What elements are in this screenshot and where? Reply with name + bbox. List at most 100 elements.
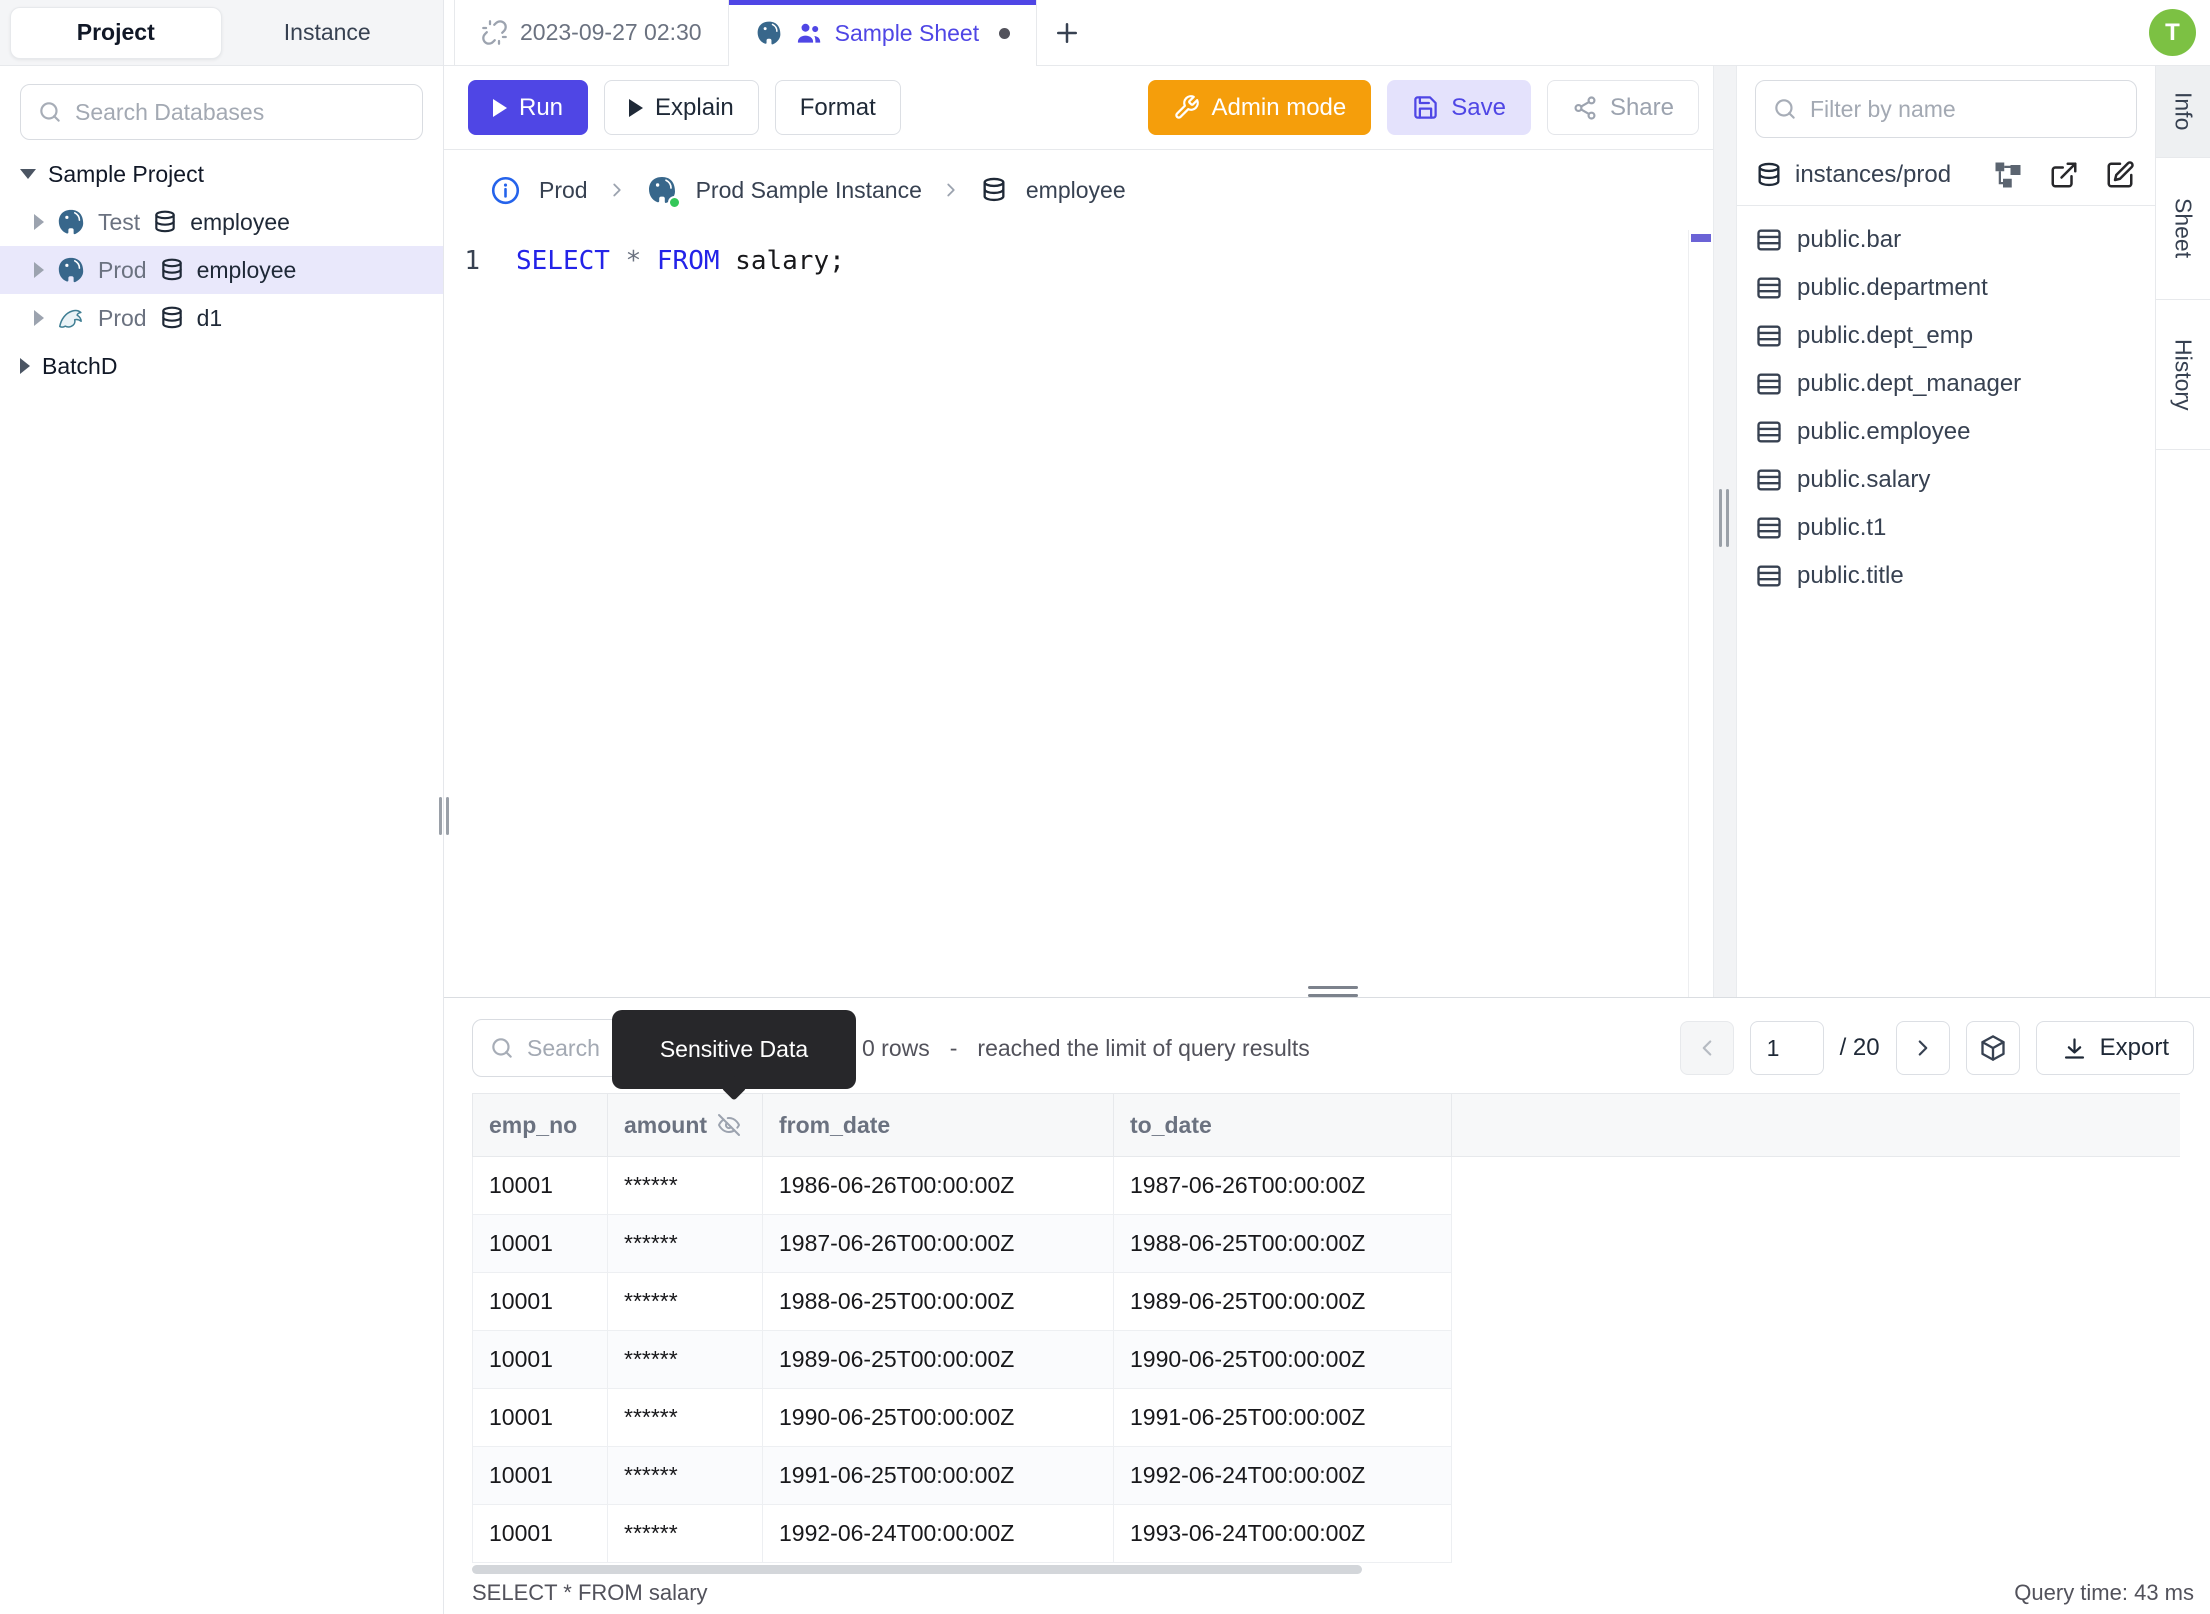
tab-sheet[interactable]: Sheet [2156, 158, 2210, 300]
caret-right-icon [34, 214, 44, 230]
caret-right-icon [20, 358, 30, 374]
table-icon [1757, 421, 1781, 443]
save-label: Save [1451, 93, 1506, 121]
tab-label: 2023-09-27 02:30 [520, 19, 702, 45]
table-icon [1757, 469, 1781, 491]
database-label: employee [196, 256, 297, 283]
breadcrumb: Prod Prod Sample Instance employee [444, 150, 1688, 230]
executed-query-text: SELECT * FROM salary [472, 1580, 708, 1605]
table-list-item[interactable]: public.bar [1737, 216, 2155, 264]
database-search[interactable] [20, 84, 423, 140]
right-resize-handle[interactable] [1719, 489, 1729, 547]
share-button[interactable]: Share [1546, 80, 1699, 135]
environment-label: Test [98, 208, 141, 235]
table-list-item[interactable]: public.title [1737, 552, 2155, 600]
postgres-icon [58, 257, 84, 283]
table-list-item[interactable]: public.t1 [1737, 504, 2155, 552]
sheet-tab-bar: 2023-09-27 02:30 Sample Sheet [444, 0, 2210, 66]
table-filter[interactable] [1755, 80, 2137, 138]
next-page-button[interactable] [1895, 1021, 1950, 1075]
info-icon[interactable] [490, 175, 521, 206]
column-header-amount[interactable]: amount [608, 1094, 763, 1156]
tree-node-batchd[interactable]: BatchD [0, 342, 443, 390]
export-label: Export [2099, 1034, 2169, 1061]
project-label: BatchD [42, 352, 118, 379]
query-time: Query time: 43 ms [2014, 1580, 2194, 1605]
breadcrumb-database[interactable]: employee [1026, 177, 1126, 204]
column-header-to-date[interactable]: to_date [1114, 1094, 1452, 1156]
save-icon [1414, 96, 1437, 119]
table-header-row: emp_no amount from_date to_date [472, 1093, 2180, 1157]
table-icon [1757, 325, 1781, 347]
database-search-input[interactable] [75, 98, 406, 126]
tab-history[interactable]: History [2156, 300, 2210, 450]
database-icon [161, 258, 182, 281]
column-header-filler [1452, 1094, 2180, 1156]
run-label: Run [519, 93, 564, 121]
tree-node-database[interactable]: Prod d1 [0, 294, 443, 342]
table-list: public.bar public.department public.dept… [1737, 206, 2155, 600]
run-button[interactable]: Run [468, 80, 589, 135]
explain-button[interactable]: Explain [604, 80, 759, 135]
database-icon [983, 177, 1005, 202]
sql-editor[interactable]: 1 SELECT * FROM salary; [444, 230, 1688, 997]
pagination: / 20 Export [1679, 1019, 2194, 1077]
results-table: emp_no amount from_date to_date 10001 ***… [472, 1093, 2180, 1563]
tree-node-database-selected[interactable]: Prod employee [0, 246, 443, 294]
chevron-right-icon [947, 183, 955, 197]
edit-icon[interactable] [2105, 160, 2135, 190]
results-status-bar: SELECT * FROM salary Query time: 43 ms [472, 1576, 2194, 1610]
sidebar-mode-switch: Project Instance [0, 0, 443, 66]
left-resize-handle[interactable] [439, 797, 449, 835]
tab-project[interactable]: Project [10, 6, 222, 59]
table-list-item[interactable]: public.dept_emp [1737, 312, 2155, 360]
line-number: 1 [464, 246, 480, 276]
download-icon [2064, 1037, 2084, 1059]
postgres-icon [757, 21, 780, 45]
page-number-input[interactable] [1749, 1021, 1824, 1075]
package-icon [1980, 1035, 2005, 1061]
schema-diagram-icon[interactable] [1993, 160, 2023, 190]
database-label: d1 [196, 304, 223, 331]
table-filter-input[interactable] [1810, 95, 2120, 123]
fetch-options-button[interactable] [1965, 1021, 2020, 1075]
prev-page-button[interactable] [1679, 1021, 1734, 1075]
table-icon [1757, 565, 1781, 587]
breadcrumb-instance[interactable]: Prod Sample Instance [696, 177, 922, 204]
editor-overview-ruler[interactable] [1688, 230, 1713, 997]
tab-instance[interactable]: Instance [222, 7, 434, 59]
new-tab-button[interactable] [1037, 0, 1097, 65]
table-list-item[interactable]: public.employee [1737, 408, 2155, 456]
plus-icon [1057, 22, 1078, 43]
schema-panel: instances/prod public.bar public.departm… [1737, 66, 2155, 997]
chevron-right-icon [1918, 1040, 1927, 1056]
table-icon [1757, 517, 1781, 539]
format-button[interactable]: Format [774, 80, 901, 135]
caret-right-icon [34, 310, 44, 326]
play-icon [493, 98, 507, 117]
horizontal-scrollbar[interactable] [472, 1565, 1362, 1574]
table-icon [1757, 229, 1781, 251]
breadcrumb-environment[interactable]: Prod [539, 177, 588, 204]
table-list-item[interactable]: public.department [1737, 264, 2155, 312]
results-panel: 0 rows - reached the limit of query resu… [444, 997, 2210, 1614]
search-icon [40, 102, 60, 122]
avatar[interactable]: T [2149, 9, 2196, 56]
tab-sample-sheet[interactable]: Sample Sheet [728, 0, 1038, 66]
export-button[interactable]: Export [2035, 1021, 2194, 1075]
tree-node-database[interactable]: Test employee [0, 198, 443, 246]
table-list-item[interactable]: public.salary [1737, 456, 2155, 504]
column-header-emp-no[interactable]: emp_no [473, 1094, 608, 1156]
postgres-icon [58, 209, 84, 235]
table-list-item[interactable]: public.dept_manager [1737, 360, 2155, 408]
save-button[interactable]: Save [1387, 80, 1531, 135]
admin-mode-button[interactable]: Admin mode [1147, 80, 1372, 135]
table-body: 10001 ****** 1986-06-26T00:00:00Z 1987-06-2… [472, 1157, 1452, 1563]
tab-adhoc-sheet[interactable]: 2023-09-27 02:30 [454, 0, 729, 65]
editor-toolbar: Run Explain Format Admin mode Save Share [444, 66, 1733, 150]
tab-info[interactable]: Info [2156, 66, 2210, 158]
chevron-left-icon [1702, 1040, 1711, 1056]
tree-node-sample-project[interactable]: Sample Project [0, 150, 443, 198]
external-link-icon[interactable] [2049, 160, 2079, 190]
column-header-from-date[interactable]: from_date [763, 1094, 1114, 1156]
